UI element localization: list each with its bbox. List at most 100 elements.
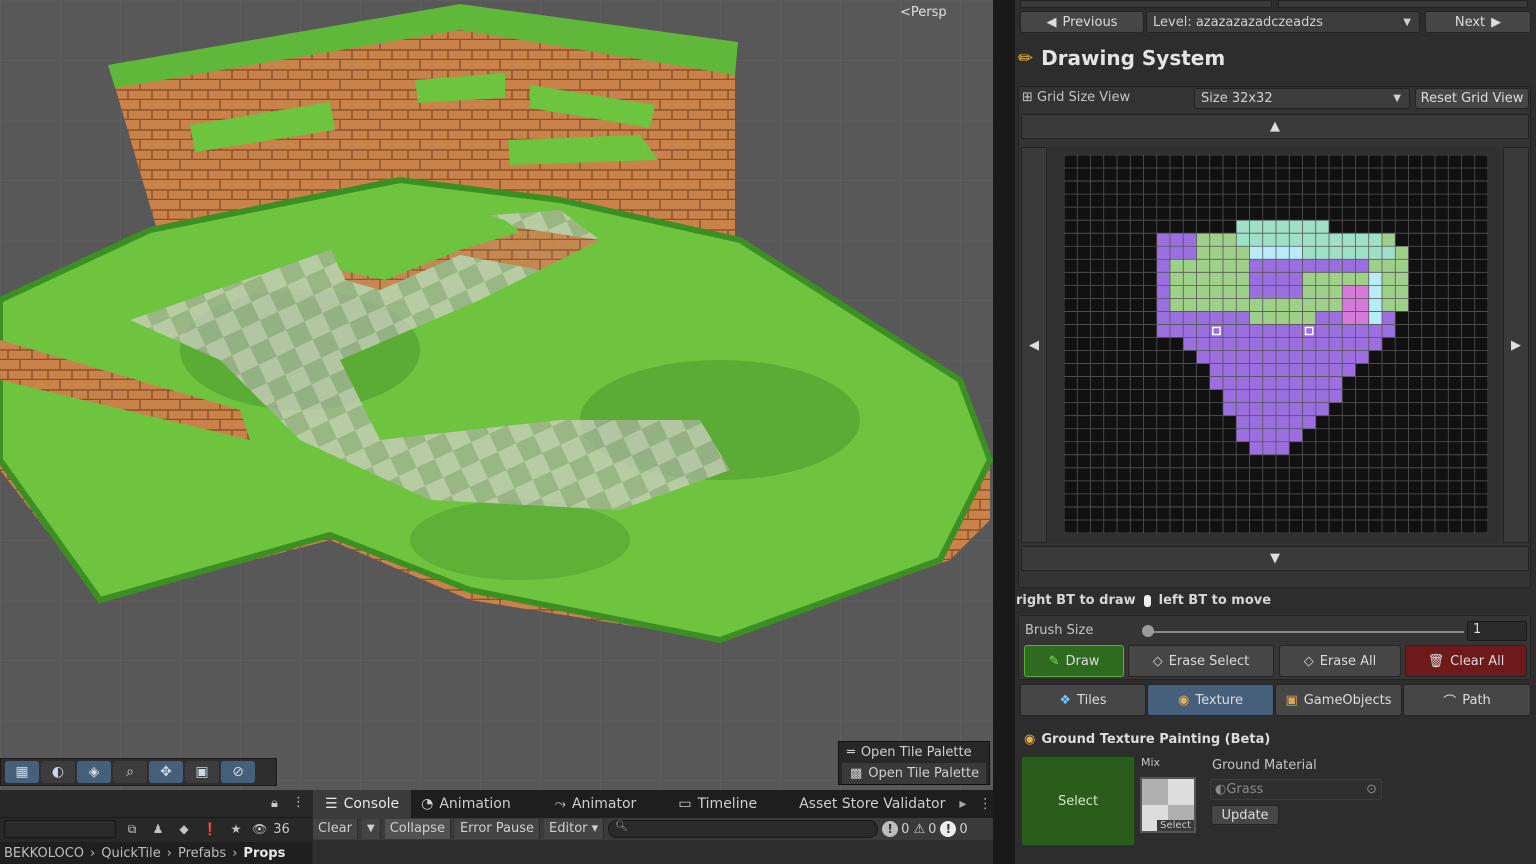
tile-purple — [1276, 363, 1290, 377]
draw-button[interactable]: ✎ Draw — [1024, 645, 1124, 677]
scene-picker-icon[interactable]: ⧉ — [122, 822, 142, 837]
info-count[interactable]: ! 0 — [882, 821, 909, 837]
tab-animation[interactable]: ◔ Animation — [411, 790, 523, 818]
scroll-down-button[interactable]: ▼ — [1021, 546, 1529, 571]
tile-purple — [1236, 337, 1250, 351]
controls-hint: right BT to draw left BT to move — [1016, 593, 1272, 608]
tile-purple — [1302, 363, 1316, 377]
alert-icon[interactable]: ❗ — [200, 822, 220, 836]
more-menu-icon[interactable]: ⋮ — [292, 795, 305, 810]
tile-mint — [1276, 233, 1290, 247]
globe-icon[interactable]: ◐ — [41, 761, 75, 783]
brush-size-thumb[interactable] — [1142, 625, 1154, 637]
clear-button[interactable]: Clear — [313, 819, 358, 839]
people-icon[interactable]: ♟ — [148, 822, 168, 836]
tab-gameobjects[interactable]: ▣ GameObjects — [1275, 684, 1402, 716]
tile-purple — [1170, 233, 1184, 247]
open-tile-palette-button[interactable]: ▩ Open Tile Palette — [842, 763, 986, 784]
handle-icon: ═ — [847, 745, 855, 760]
clear-all-button[interactable]: 🗑︎ Clear All — [1405, 645, 1527, 677]
collapse-button[interactable]: Collapse — [384, 819, 451, 839]
camera-mode-label[interactable]: <Persp — [900, 5, 947, 20]
tile-purple — [1223, 311, 1237, 325]
tab-console[interactable]: ☰ Console — [313, 790, 412, 818]
error-count[interactable]: ! 0 — [940, 821, 968, 837]
brush-size-field[interactable]: 1 — [1467, 621, 1527, 641]
reset-grid-view-button[interactable]: Reset Grid View — [1415, 88, 1529, 109]
breadcrumb-item[interactable]: QuickTile — [101, 846, 161, 861]
tab-asset-store-validator[interactable]: Asset Store Validator — [769, 790, 957, 818]
visibility-icon[interactable]: 👁︎ — [252, 822, 267, 836]
clear-options-dropdown[interactable]: ▼ — [362, 819, 381, 839]
breadcrumb-item[interactable]: Prefabs — [178, 846, 226, 861]
scroll-right-button[interactable]: ▶ — [1503, 147, 1529, 543]
tab-path[interactable]: ⌒ Path — [1403, 684, 1531, 716]
tile-purple — [1249, 389, 1263, 403]
move-icon[interactable]: ✥ — [149, 761, 183, 783]
tile-green — [1236, 298, 1250, 312]
ground-material-field[interactable]: ◐Grass ⊙ — [1210, 779, 1382, 800]
update-button[interactable]: Update — [1211, 805, 1279, 825]
breadcrumb-item[interactable]: Props — [243, 846, 285, 861]
scene-view[interactable]: <Persp ▦ ◐ ◈ ⌕ ✥ ▣ ⊘ ═ Open Tile Palette … — [0, 0, 993, 790]
tile-green — [1382, 272, 1396, 286]
next-button[interactable]: Next ▶ — [1425, 11, 1531, 33]
eraser-icon: ◇ — [1152, 653, 1163, 669]
console-log — [313, 840, 993, 864]
tabs-overflow-icon[interactable]: ▸ — [959, 796, 966, 812]
scroll-left-button[interactable]: ◀ — [1021, 147, 1047, 543]
panel-divider[interactable] — [993, 0, 1015, 864]
erase-select-button[interactable]: ◇ Erase Select — [1128, 645, 1274, 677]
breadcrumb-item[interactable]: BEKKOLOCO — [4, 846, 84, 861]
tab-tiles[interactable]: ❖ Tiles — [1020, 684, 1146, 716]
panel-title: ✏ Drawing System — [1018, 46, 1226, 70]
tile-green — [1315, 285, 1329, 299]
scroll-up-button[interactable]: ▲ — [1021, 114, 1529, 139]
tile-grid[interactable] — [1063, 154, 1489, 534]
tile-purple — [1368, 324, 1382, 338]
zoom-icon[interactable]: ⌕ — [113, 761, 147, 783]
tile-mint — [1315, 233, 1329, 247]
tile-mint — [1315, 246, 1329, 260]
mix-texture-slot[interactable]: Select — [1140, 777, 1196, 833]
tile-green — [1382, 233, 1396, 247]
object-picker-icon[interactable]: ⊙ — [1366, 782, 1377, 797]
editor-dropdown[interactable]: Editor ▾ — [544, 819, 605, 839]
console-search[interactable]: 🔍︎ — [608, 820, 879, 838]
compass-icon[interactable]: ⊘ — [221, 761, 255, 783]
camera-icon[interactable]: ▣ — [185, 761, 219, 783]
mix-select-label[interactable]: Select — [1157, 820, 1194, 831]
tile-green — [1382, 259, 1396, 273]
open-tile-palette-header[interactable]: ═ Open Tile Palette — [839, 742, 989, 763]
tag-icon[interactable]: ◆ — [174, 822, 194, 836]
erase-all-button[interactable]: ◇ Erase All — [1279, 645, 1401, 677]
tile-green — [1196, 246, 1210, 260]
brush-size-track[interactable] — [1146, 631, 1464, 633]
level-dropdown[interactable]: Level: azazazazadczeadzs ▼ — [1146, 11, 1420, 33]
tile-green — [1249, 298, 1263, 312]
tile-purple — [1289, 415, 1303, 429]
tile-green — [1289, 311, 1303, 325]
layers-icon[interactable]: ◈ — [77, 761, 111, 783]
grid-toggle-icon[interactable]: ▦ — [5, 761, 39, 783]
tile-purple — [1342, 259, 1356, 273]
lock-icon[interactable]: 🔒︎ — [271, 796, 278, 811]
tile-green — [1236, 285, 1250, 299]
tile-mint — [1382, 246, 1396, 260]
warning-count[interactable]: ⚠ 0 — [913, 822, 936, 837]
palette-icon: ▩ — [850, 766, 863, 781]
tab-timeline[interactable]: ▭ Timeline — [648, 790, 769, 818]
error-pause-button[interactable]: Error Pause — [454, 819, 541, 839]
tile-purple — [1223, 363, 1237, 377]
tab-animator[interactable]: ⤳ Animator — [523, 790, 649, 818]
select-texture-button[interactable]: Select — [1021, 756, 1135, 846]
grid-size-dropdown[interactable]: Size 32x32 ▼ — [1194, 88, 1410, 109]
previous-button[interactable]: ◀ Previous — [1020, 11, 1144, 33]
tab-texture[interactable]: ◉ Texture — [1147, 684, 1274, 716]
hierarchy-search[interactable] — [4, 820, 116, 838]
tile-purple — [1156, 246, 1170, 260]
tabs-menu-icon[interactable]: ⋮ — [978, 796, 992, 812]
grid-size-view-label[interactable]: ⊞ Grid Size View — [1022, 90, 1130, 105]
chevron-down-icon: ▼ — [1403, 16, 1411, 28]
star-icon[interactable]: ★ — [226, 822, 246, 836]
